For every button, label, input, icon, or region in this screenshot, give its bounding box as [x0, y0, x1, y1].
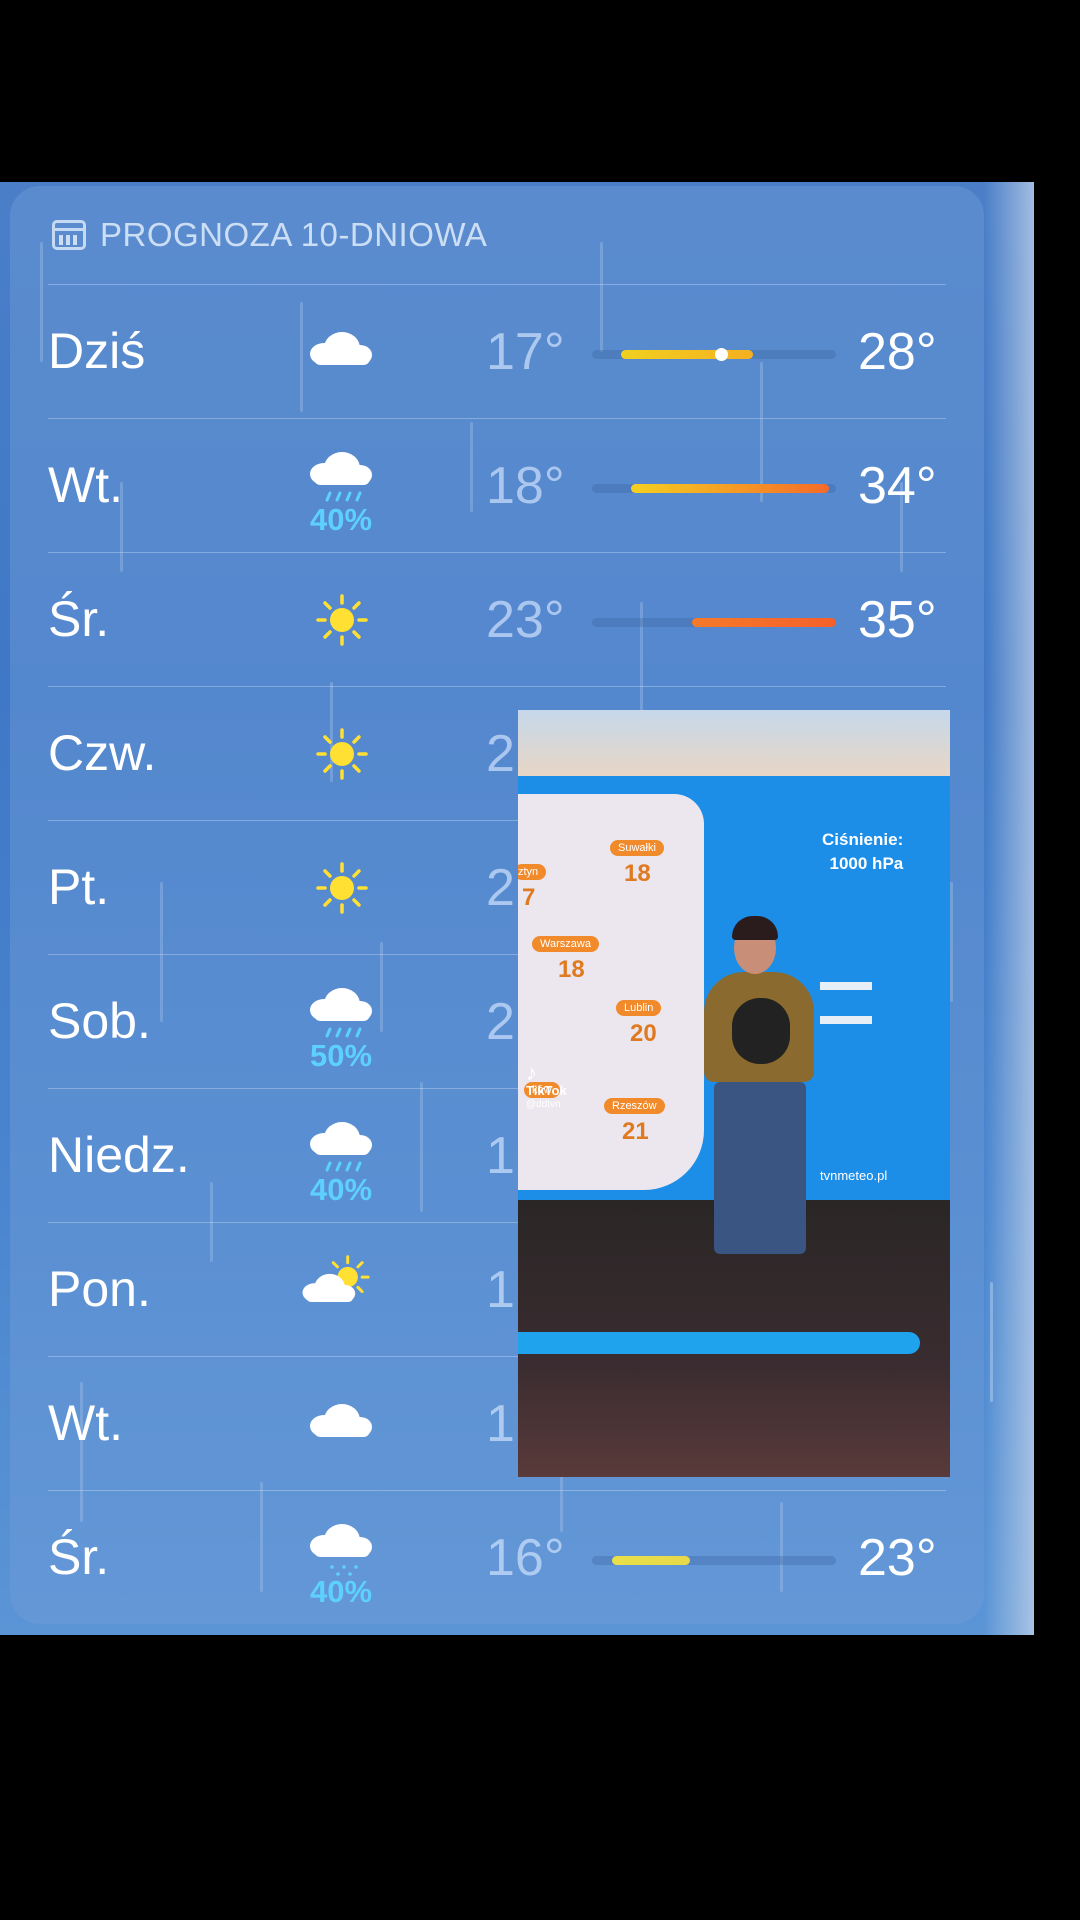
poland-map: [518, 794, 704, 1190]
pressure-caption: Ciśnienie:: [822, 830, 904, 849]
low-temp: 2: [486, 993, 515, 1051]
day-label: Sob.: [48, 993, 151, 1049]
tiktok-label: TikTok: [526, 1083, 567, 1098]
city-temp-lublin: 20: [630, 1020, 657, 1047]
day-label: Śr.: [48, 1529, 110, 1585]
pressure-label: Ciśnienie: 1000 hPa: [822, 828, 903, 876]
tiktok-watermark: ♪ TikTok @ddtvn: [526, 1062, 567, 1112]
site-label: tvnmeteo.pl: [820, 1168, 888, 1183]
precip-chance: 40%: [309, 1574, 373, 1609]
cloud-icon: [300, 1376, 384, 1472]
partly-sunny-icon: [300, 1242, 384, 1338]
wind-arrow-icon: [820, 1016, 872, 1024]
precip-chance: 40%: [309, 502, 373, 537]
video-overlay[interactable]: Suwałki 18 ztyn 7 Warszawa 18 Lublin 20 …: [518, 710, 950, 1477]
city-label-rzeszow: Rzeszów: [604, 1098, 665, 1114]
forecast-row[interactable]: Śr. 40% 16° 23°: [0, 1490, 1000, 1624]
temp-range-fill: [611, 1556, 690, 1565]
tiktok-user: @ddtvn: [526, 1099, 561, 1110]
forecast-title: PROGNOZA 10-DNIOWA: [100, 216, 488, 253]
current-temp-dot: [715, 348, 729, 361]
forecast-row[interactable]: Wt. 40% 18° 34°: [0, 418, 1000, 552]
high-temp: 35°: [858, 591, 937, 649]
low-temp: 1: [486, 1395, 515, 1453]
day-label: Dziś: [48, 323, 146, 379]
city-temp-rzeszow: 21: [622, 1118, 649, 1145]
day-label: Wt.: [48, 1395, 123, 1451]
precip-chance: 40%: [309, 1172, 373, 1207]
temp-range-fill: [621, 350, 754, 359]
forecast-row[interactable]: Śr. 23° 35°: [0, 552, 1000, 686]
temp-range-bar: [592, 348, 836, 361]
forecast-header: PROGNOZA 10-DNIOWA: [52, 213, 487, 257]
temp-range-bar: [592, 1556, 836, 1565]
pressure-value: 1000 hPa: [829, 854, 904, 873]
day-label: Niedz.: [48, 1127, 190, 1183]
day-label: Pt.: [48, 859, 110, 915]
low-temp: 1: [486, 1261, 515, 1319]
presenter-jeans: [714, 1082, 806, 1254]
day-label: Wt.: [48, 457, 123, 513]
video-top-strip: [518, 710, 950, 776]
city-temp-olsztyn: 7: [522, 884, 536, 911]
low-temp: 17°: [486, 323, 565, 381]
city-label-lublin: Lublin: [616, 1000, 662, 1016]
city-label-olsztyn: ztyn: [518, 864, 547, 880]
city-label-suwalki: Suwałki: [610, 840, 664, 856]
cloud-icon: [300, 304, 384, 400]
video-progress-bar[interactable]: [518, 1332, 920, 1354]
calendar-icon: [52, 220, 86, 250]
city-label-warszawa: Warszawa: [532, 936, 599, 952]
high-temp: 28°: [858, 323, 937, 381]
low-temp: 23°: [486, 591, 565, 649]
low-temp: 18°: [486, 457, 565, 515]
wind-arrow-icon: [820, 982, 872, 990]
presenter-plush-toy: [732, 998, 790, 1064]
city-temp-warszawa: 18: [558, 956, 585, 983]
precip-chance: 50%: [309, 1038, 373, 1073]
temp-range-bar: [592, 618, 836, 627]
sun-icon: [300, 706, 384, 802]
high-temp: 34°: [858, 457, 937, 515]
temp-range-fill: [692, 618, 836, 627]
forecast-row[interactable]: Dziś 17° 28°: [0, 284, 1000, 418]
high-temp: 23°: [858, 1529, 937, 1587]
temp-range-bar: [592, 484, 836, 493]
sun-icon: [300, 572, 384, 668]
low-temp: 2: [486, 859, 515, 917]
day-label: Czw.: [48, 725, 157, 781]
tiktok-logo-icon: ♪: [526, 1060, 537, 1085]
temp-range-fill: [631, 484, 829, 493]
day-label: Śr.: [48, 591, 110, 647]
day-label: Pon.: [48, 1261, 151, 1317]
low-temp: 2: [486, 725, 515, 783]
low-temp: 1: [486, 1127, 515, 1185]
city-temp-suwalki: 18: [624, 860, 651, 887]
low-temp: 16°: [486, 1529, 565, 1587]
sun-icon: [300, 840, 384, 936]
